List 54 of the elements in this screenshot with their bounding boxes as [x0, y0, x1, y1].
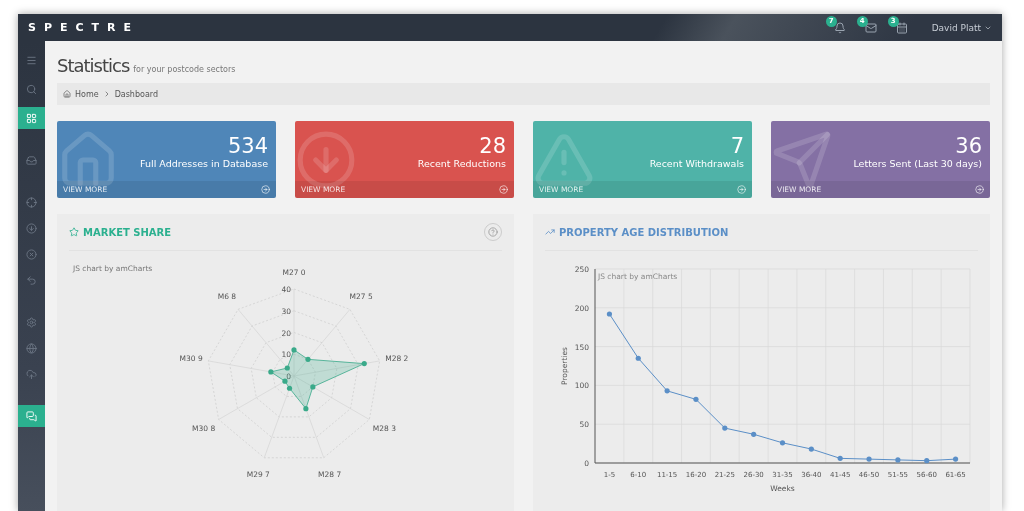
data-point [606, 311, 612, 317]
inbox-icon [26, 154, 37, 166]
help-icon [488, 227, 498, 237]
grid-icon [26, 112, 37, 124]
stat-label: Letters Sent (Last 30 days) [853, 157, 982, 169]
data-point [837, 455, 843, 461]
data-point [924, 458, 930, 464]
data-point [635, 355, 641, 361]
download-icon [26, 222, 37, 234]
chat-icon [26, 410, 37, 422]
stat-label: Recent Withdrawals [649, 157, 744, 169]
data-point [779, 440, 786, 446]
stat-value: 7 [730, 133, 744, 158]
stat-value: 36 [955, 133, 982, 158]
stat-label: Full Addresses in Database [140, 157, 268, 169]
user-menu[interactable]: David Platt [931, 22, 992, 33]
data-point [664, 388, 670, 394]
bell-icon[interactable] [833, 21, 846, 34]
sidebar-item[interactable] [18, 107, 45, 129]
trend-icon [545, 227, 555, 237]
breadcrumb-link[interactable]: Dashboard [114, 89, 159, 99]
page-subtitle: for your postcode sectors [133, 65, 236, 74]
star-icon [69, 227, 79, 237]
menu-icon [26, 54, 37, 66]
reply-icon [26, 274, 37, 286]
data-point [693, 396, 699, 402]
data-point [895, 457, 901, 463]
logo: SPECTRE [28, 21, 141, 34]
arrow-right-icon[interactable] [737, 185, 746, 194]
data-point [751, 431, 757, 437]
stat-value: 28 [479, 133, 506, 158]
stat-label: Recent Reductions [417, 157, 506, 169]
upload-icon [26, 368, 37, 380]
data-point [722, 425, 728, 431]
data-point [808, 446, 814, 452]
sidebar-item[interactable] [18, 405, 45, 427]
arrow-right-icon[interactable] [261, 185, 270, 194]
arrow-right-icon[interactable] [499, 185, 508, 194]
panel-title: MARKET SHARE [83, 226, 173, 238]
data-point [866, 456, 872, 462]
page-title: Statistics [57, 55, 130, 76]
stat-value: 534 [227, 133, 268, 158]
settings-icon [26, 316, 37, 328]
mail-icon[interactable] [864, 21, 877, 34]
panel-title: PROPERTY AGE DISTRIBUTION [559, 226, 730, 238]
globe-icon [26, 342, 37, 354]
search-icon [26, 83, 37, 95]
breadcrumb-link[interactable]: Home [75, 89, 99, 99]
calendar-icon[interactable] [895, 21, 908, 34]
data-point [953, 456, 959, 462]
crosshair-icon [26, 196, 37, 208]
home-icon [63, 90, 71, 98]
close-icon [26, 248, 37, 260]
arrow-right-icon[interactable] [975, 185, 984, 194]
